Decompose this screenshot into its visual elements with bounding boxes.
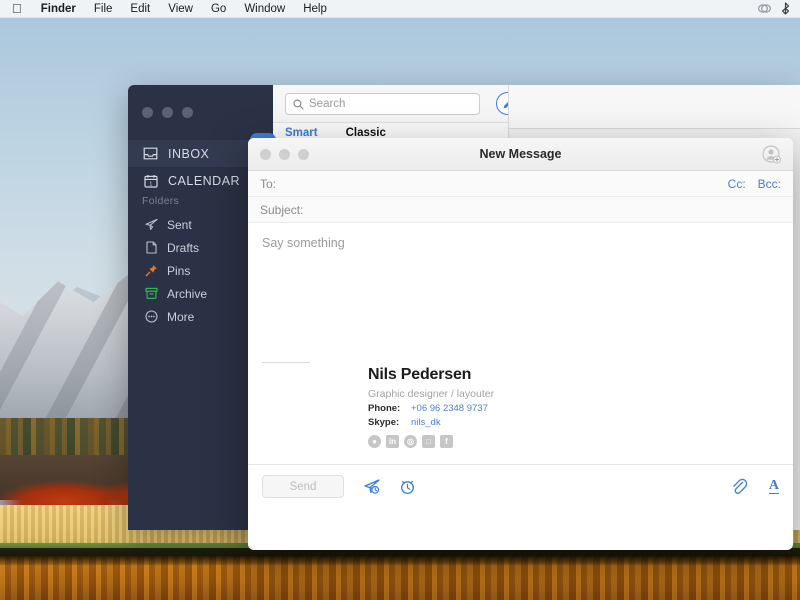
new-message-traffic-lights [260,149,309,160]
svg-text:1: 1 [149,181,153,187]
send-later-icon [364,479,380,494]
signature-skype-line: Skype: nils_dk [368,417,628,428]
menu-bar-status-icons [757,2,794,15]
behance-icon[interactable]: ● [368,435,381,448]
apple-logo-icon[interactable]:  [12,2,22,15]
sidebar-item-label: CALENDAR [168,173,241,188]
menu-item-go[interactable]: Go [202,0,235,18]
sidebar-item-label: More [167,309,195,324]
new-message-titlebar: New Message [248,138,793,171]
send-button[interactable]: Send [262,475,344,498]
compose-toolbar-right: A [731,478,779,495]
menu-item-edit[interactable]: Edit [121,0,159,18]
menu-item-help[interactable]: Help [294,0,336,18]
search-input[interactable]: Search [285,93,480,115]
menu-item-finder[interactable]: Finder [32,0,85,18]
send-later-button[interactable] [362,478,381,495]
add-contact-button[interactable] [762,145,781,164]
to-field-row[interactable]: To: Cc: Bcc: [248,171,793,197]
pin-icon [143,264,159,277]
sidebar-item-label: Archive [167,286,208,301]
alarm-clock-icon [401,480,414,495]
search-placeholder: Search [309,98,346,110]
wallpaper-water-edge [0,556,800,565]
calendar-icon: 1 [142,174,159,188]
phone-label: Phone: [368,403,401,414]
dribbble-icon[interactable]: ◎ [404,435,417,448]
sidebar-section-folders: Folders [142,195,180,207]
cc-bcc-group: Cc: Bcc: [728,177,781,191]
signature-phone-line: Phone: +06 96 2348 9737 [368,403,628,414]
menu-item-file[interactable]: File [85,0,122,18]
maximize-button[interactable] [182,107,193,118]
skype-label: Skype: [368,417,400,428]
sidebar-item-label: Sent [167,217,192,232]
maximize-button[interactable] [298,149,309,160]
skype-value[interactable]: nils_dk [411,417,441,428]
sidebar-item-label: INBOX [168,146,210,161]
phone-value[interactable]: +06 96 2348 9737 [411,403,488,414]
page-title: New Message [479,147,562,161]
sidebar-item-label: Drafts [167,240,200,255]
mail-window-traffic-lights [142,107,193,118]
ellipsis-circle-icon [143,310,159,323]
new-message-window: New Message To: Cc: Bcc: Subject: Say so… [248,138,793,550]
mail-reading-pane-header [509,85,800,129]
search-icon [293,98,304,110]
signature-name: Nils Pedersen [368,366,472,383]
paperclip-icon [733,478,747,494]
body-placeholder: Say something [262,236,345,250]
document-icon [143,241,159,254]
subject-label: Subject: [260,202,304,217]
linkedin-icon[interactable]: in [386,435,399,448]
close-button[interactable] [260,149,271,160]
compose-toolbar: Send A [248,464,793,508]
archive-box-icon [143,287,159,300]
bluetooth-icon[interactable] [781,2,790,15]
close-button[interactable] [142,107,153,118]
menu-item-view[interactable]: View [159,0,202,18]
macos-menu-bar:  Finder File Edit View Go Window Help [0,0,800,18]
signature-divider [262,362,310,363]
cc-button[interactable]: Cc: [728,177,746,191]
snooze-button[interactable] [399,478,416,495]
menu-item-window[interactable]: Window [235,0,294,18]
minimize-button[interactable] [279,149,290,160]
minimize-button[interactable] [162,107,173,118]
to-label: To: [260,176,277,191]
sidebar-item-label: Pins [167,263,191,278]
dropbox-icon[interactable] [757,2,772,15]
signature-social-links: ● in ◎ □ f [368,435,628,448]
email-signature: Nils Pedersen Graphic designer / layoute… [368,366,628,448]
bcc-button[interactable]: Bcc: [758,177,781,191]
attach-button[interactable] [731,478,747,495]
instagram-icon[interactable]: □ [422,435,435,448]
signature-role: Graphic designer / layouter [368,388,495,400]
inbox-icon [142,147,159,160]
facebook-icon[interactable]: f [440,435,453,448]
add-contact-icon [762,145,781,164]
subject-field-row[interactable]: Subject: [248,197,793,223]
text-format-button[interactable]: A [768,478,779,495]
paper-plane-icon [143,218,159,231]
message-body-editor[interactable]: Say something Nils Pedersen Graphic desi… [248,224,793,464]
